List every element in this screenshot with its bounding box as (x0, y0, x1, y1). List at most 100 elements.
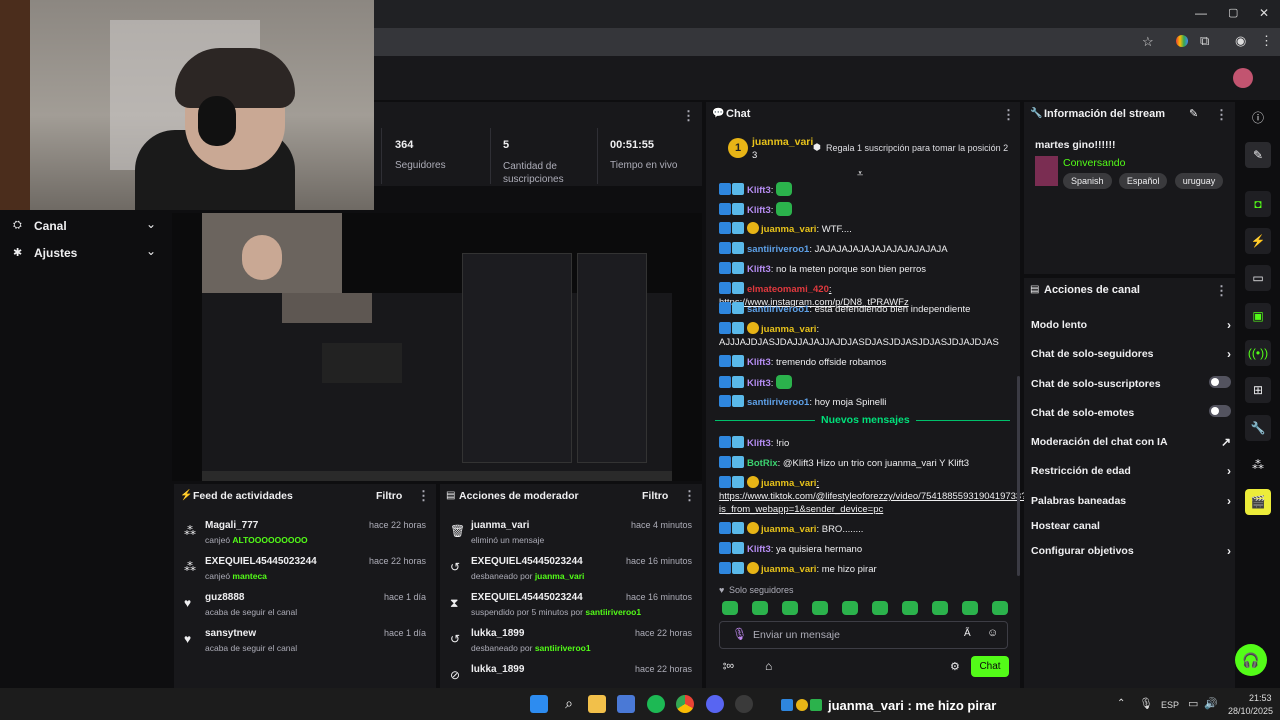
extension-icon[interactable] (1176, 35, 1188, 47)
chat-username[interactable]: juanma_vari (761, 324, 816, 335)
help-icon[interactable]: 🎧 (1235, 644, 1267, 676)
puzzle-icon[interactable]: ⧉ (1200, 33, 1209, 49)
chat-username[interactable]: juanma_vari (761, 524, 816, 535)
tray-chevron-icon[interactable]: ⌃ (1117, 698, 1125, 709)
chat-username[interactable]: Klift3 (747, 438, 771, 449)
external-link-icon[interactable]: ↗ (1221, 435, 1231, 449)
user-name[interactable]: lukka_1899 (471, 628, 524, 639)
chat-username[interactable]: santiiriveroo1 (747, 244, 809, 255)
activity-highlight[interactable]: santiiriveroo1 (535, 643, 591, 653)
clapperboard-icon[interactable]: 🎬 (1245, 489, 1271, 515)
activity-highlight[interactable]: juanma_vari (535, 571, 585, 581)
toggle-switch[interactable] (1209, 376, 1231, 388)
user-name[interactable]: juanma_vari (471, 520, 529, 531)
channel-action-row[interactable]: Restricción de edad › (1031, 464, 1231, 478)
chevron-right-icon[interactable]: › (1227, 494, 1231, 508)
activity-menu-icon[interactable]: ⋮ (417, 488, 430, 504)
discord-icon[interactable] (706, 695, 724, 713)
tools-icon[interactable]: 🔧 (1245, 415, 1271, 441)
tag-chip[interactable]: Español (1118, 173, 1168, 189)
sidebar-item-canal[interactable]: Canal (34, 219, 67, 233)
stream-info-menu-icon[interactable]: ⋮ (1215, 107, 1228, 123)
volume-icon[interactable]: 🔊 (1204, 697, 1218, 710)
layout-icon[interactable]: ⊞ (1245, 377, 1271, 403)
user-name[interactable]: EXEQUIEL45445023244 (471, 592, 583, 603)
user-name[interactable]: guz8888 (205, 592, 244, 603)
chat-icon[interactable]: ▣ (1245, 303, 1271, 329)
mod-menu-icon[interactable]: ⋮ (683, 488, 696, 504)
chat-username[interactable]: juanma_vari (761, 564, 816, 575)
emote-icon[interactable] (782, 601, 798, 615)
activity-highlight[interactable]: manteca (232, 571, 267, 581)
store-app-icon[interactable] (617, 695, 635, 713)
clock-time[interactable]: 21:53 (1249, 693, 1272, 703)
bookmark-star-icon[interactable]: ☆ (1142, 34, 1154, 50)
user-name[interactable]: Magali_777 (205, 520, 258, 531)
kebab-menu-icon[interactable]: ⋮ (1260, 33, 1273, 49)
send-chat-button[interactable]: Chat (971, 656, 1009, 677)
activity-filter-button[interactable]: Filtro (376, 490, 402, 502)
tray-mic-icon[interactable]: 🎙 (1139, 697, 1153, 710)
emote-icon[interactable] (752, 601, 768, 615)
chat-input-placeholder[interactable]: Enviar un mensaje (753, 629, 840, 641)
emote-icon[interactable] (962, 601, 978, 615)
chat-username[interactable]: santiiriveroo1 (747, 397, 809, 408)
minimize-button[interactable]: — (1195, 6, 1207, 20)
channel-action-row[interactable]: Hostear canal (1031, 520, 1231, 532)
sidebar-item-ajustes[interactable]: Ajustes (34, 246, 77, 260)
language-indicator[interactable]: ESP (1161, 700, 1179, 710)
chat-username[interactable]: Klift3 (747, 544, 771, 555)
channel-action-row[interactable]: Moderación del chat con IA ↗ (1031, 435, 1231, 449)
profile-icon[interactable]: ◉ (1235, 33, 1246, 49)
user-name[interactable]: sansytnew (205, 628, 256, 639)
clipboard-icon[interactable]: ▭ (1245, 265, 1271, 291)
chat-username[interactable]: Klift3 (747, 205, 771, 216)
chat-scrollbar[interactable] (1017, 376, 1020, 576)
network-icon[interactable]: ▭ (1188, 697, 1198, 710)
tag-chip[interactable]: Spanish (1063, 173, 1112, 189)
emote-icon[interactable] (872, 601, 888, 615)
settings-gear-icon[interactable]: ⚙ (950, 660, 960, 673)
avatar[interactable] (1233, 68, 1253, 88)
chat-username[interactable]: Klift3 (747, 357, 771, 368)
close-button[interactable]: ✕ (1259, 6, 1269, 20)
chat-username[interactable]: BotRix (747, 458, 778, 469)
tag-chip[interactable]: uruguay (1174, 173, 1224, 189)
spotify-icon[interactable] (647, 695, 665, 713)
broadcast-icon[interactable]: ((•)) (1245, 340, 1271, 366)
translate-icon[interactable]: A͂ (964, 628, 971, 639)
channel-action-row[interactable]: Chat de solo-seguidores › (1031, 347, 1231, 361)
chevron-down-icon[interactable]: ⌄ (146, 244, 156, 258)
channel-action-row[interactable]: Modo lento › (1031, 318, 1231, 332)
user-name[interactable]: EXEQUIEL45445023244 (471, 556, 583, 567)
community-icon[interactable]: ⁂ (1245, 452, 1271, 478)
gift-subscription-text[interactable]: Regala 1 suscripción para tomar la posic… (826, 143, 1008, 153)
mod-filter-button[interactable]: Filtro (642, 490, 668, 502)
chat-username[interactable]: juanma_vari (761, 478, 816, 489)
toggle-switch[interactable] (1209, 405, 1231, 417)
clock-date[interactable]: 28/10/2025 (1228, 706, 1273, 716)
emote-icon[interactable] (932, 601, 948, 615)
maximize-button[interactable]: ▢ (1228, 6, 1238, 19)
category-link[interactable]: Conversando (1063, 157, 1125, 169)
user-name[interactable]: lukka_1899 (471, 664, 524, 675)
chat-username[interactable]: santiiriveroo1 (747, 304, 809, 315)
chevron-down-icon[interactable]: ⌄ (146, 217, 156, 231)
user-name[interactable]: EXEQUIEL45445023244 (205, 556, 317, 567)
channel-action-row[interactable]: Chat de solo-suscriptores (1031, 376, 1231, 390)
emote-icon[interactable] (992, 601, 1008, 615)
search-icon[interactable]: ⌕ (560, 695, 578, 713)
emote-icon[interactable] (902, 601, 918, 615)
channel-action-row[interactable]: Configurar objetivos › (1031, 544, 1231, 558)
chevron-right-icon[interactable]: › (1227, 544, 1231, 558)
points-icon[interactable]: ⦂∞ (723, 660, 734, 673)
chat-username[interactable]: juanma_vari (761, 224, 816, 235)
collapse-icon[interactable]: ⩡ (857, 168, 863, 181)
mic-icon[interactable]: 🎙 (732, 627, 747, 641)
activity-highlight[interactable]: santiiriveroo1 (585, 607, 641, 617)
chat-username[interactable]: elmateomami_420 (747, 284, 829, 295)
channel-action-row[interactable]: Palabras baneadas › (1031, 494, 1231, 508)
emote-icon[interactable] (842, 601, 858, 615)
windows-start-icon[interactable] (530, 695, 548, 713)
info-icon[interactable]: ⓘ (1245, 105, 1271, 131)
